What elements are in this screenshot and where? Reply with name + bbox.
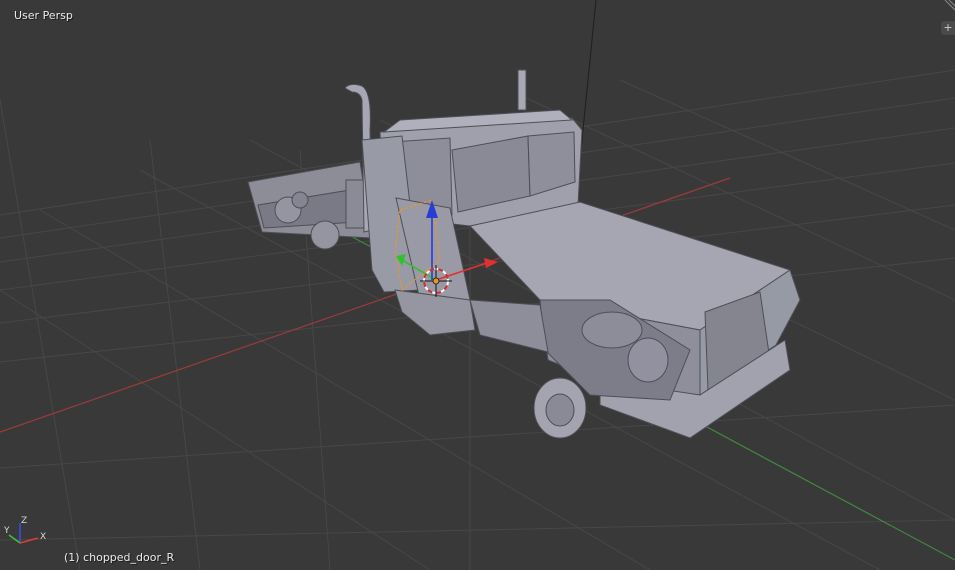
orientation-axes-widget: Z X Y: [4, 516, 46, 544]
active-object-label: (1) chopped_door_R: [64, 551, 175, 564]
mini-x-label: X: [40, 532, 46, 542]
mini-y-label: Y: [4, 526, 10, 536]
view-label: User Persp: [14, 9, 73, 22]
3d-viewport[interactable]: User Persp + Z X Y (1) chopped_door_R: [0, 0, 955, 570]
mini-y-axis: [8, 534, 21, 544]
area-split-icon[interactable]: [941, 0, 955, 14]
viewport-scene[interactable]: [0, 0, 955, 570]
plus-icon[interactable]: +: [941, 21, 955, 35]
mini-x-axis: [19, 537, 39, 544]
truck-model[interactable]: [247, 69, 801, 439]
mini-z-label: Z: [21, 516, 27, 526]
